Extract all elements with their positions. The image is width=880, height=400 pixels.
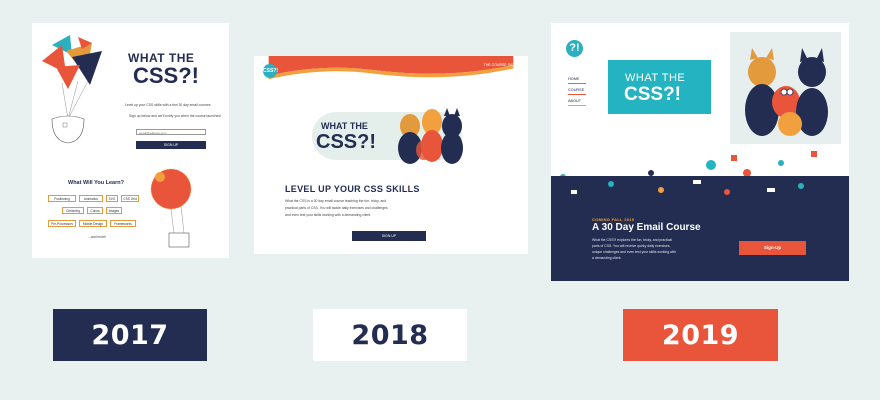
nav-course[interactable]: COURSE	[568, 88, 584, 92]
confetti-decoration-band	[571, 180, 804, 195]
signup-button[interactable]: SIGN UP	[136, 141, 206, 149]
topic-chip: Images	[106, 207, 122, 214]
header-wave	[268, 56, 514, 80]
nav-home-underline	[568, 83, 586, 85]
topic-chip: Positioning	[48, 195, 76, 202]
learn-heading: What Will You Learn?	[68, 180, 124, 186]
nav-course-underline	[568, 94, 586, 96]
body-line: a demanding client.	[592, 256, 622, 260]
hero-title-line1: WHAT THE	[321, 121, 368, 131]
body-line: unique challenges and even test your ski…	[592, 250, 677, 254]
topic-chip: CSS Grid	[121, 195, 139, 202]
animal-characters-illustration	[745, 48, 828, 136]
site-logo[interactable]: ?!	[566, 40, 583, 57]
nav-home[interactable]: HOME	[568, 77, 579, 81]
nav-about-underline	[568, 105, 586, 107]
topic-chip: Frameworks	[110, 220, 136, 227]
site-logo[interactable]: CSS?!	[263, 64, 278, 78]
body-line: and even test your skills working with a…	[285, 213, 372, 217]
balloon-illustration	[150, 168, 192, 248]
body-line: What the CSS?! explores the fun, tricky,…	[592, 238, 673, 242]
website-screenshot-2019: ?! HOME COURSE ABOUT WHAT THE CSS?! COMI…	[551, 23, 849, 281]
hero-title-line2: CSS?!	[133, 63, 199, 88]
topic-chip: Centering	[62, 207, 84, 214]
body-line: parts of CSS. You will receive quirky da…	[592, 244, 671, 248]
more-text: ...and more!	[88, 235, 107, 239]
course-heading: A 30 Day Email Course	[592, 222, 701, 233]
section-heading: LEVEL UP YOUR CSS SKILLS	[285, 184, 420, 194]
kite-illustration	[42, 35, 102, 144]
hero-title-line2: CSS?!	[624, 84, 681, 105]
website-screenshot-2018: CSS?! THE COURSE SIGN UP WHAT THE CSS?! …	[254, 56, 528, 254]
year-label-2017: 2017	[53, 309, 207, 361]
topic-chip: Pre-Processors	[48, 220, 76, 227]
signup-button[interactable]: SIGN UP	[352, 231, 426, 241]
signup-text: Sign up below and we'll notify you when …	[129, 114, 222, 118]
topic-chip: Animation	[79, 195, 103, 202]
animal-characters-illustration	[398, 108, 463, 164]
nav-about[interactable]: ABOUT	[568, 99, 581, 103]
year-label-2019: 2019	[623, 309, 778, 361]
year-label-2018: 2018	[313, 309, 467, 361]
hero-illustration-panel	[730, 32, 841, 144]
intro-text: Level up your CSS skills with a few 30 d…	[125, 103, 211, 107]
signup-button[interactable]: Sign-Up	[739, 241, 806, 255]
topic-chip: Colors	[87, 207, 103, 214]
website-screenshot-2017: WHAT THE CSS?! Level up your CSS skills …	[32, 23, 229, 258]
hero-title-line2: CSS?!	[316, 131, 376, 153]
topic-chip: SVG	[106, 195, 118, 202]
hero-title-line1: WHAT THE	[625, 72, 686, 84]
body-line: What the CSS is a 30 day email course te…	[285, 199, 387, 203]
email-input[interactable]: email@address.com	[136, 129, 206, 135]
top-nav[interactable]: THE COURSE SIGN UP	[484, 63, 522, 67]
body-line: practical parts of CSS. You will tackle …	[285, 206, 388, 210]
topic-chip: Mobile Design	[79, 220, 107, 227]
